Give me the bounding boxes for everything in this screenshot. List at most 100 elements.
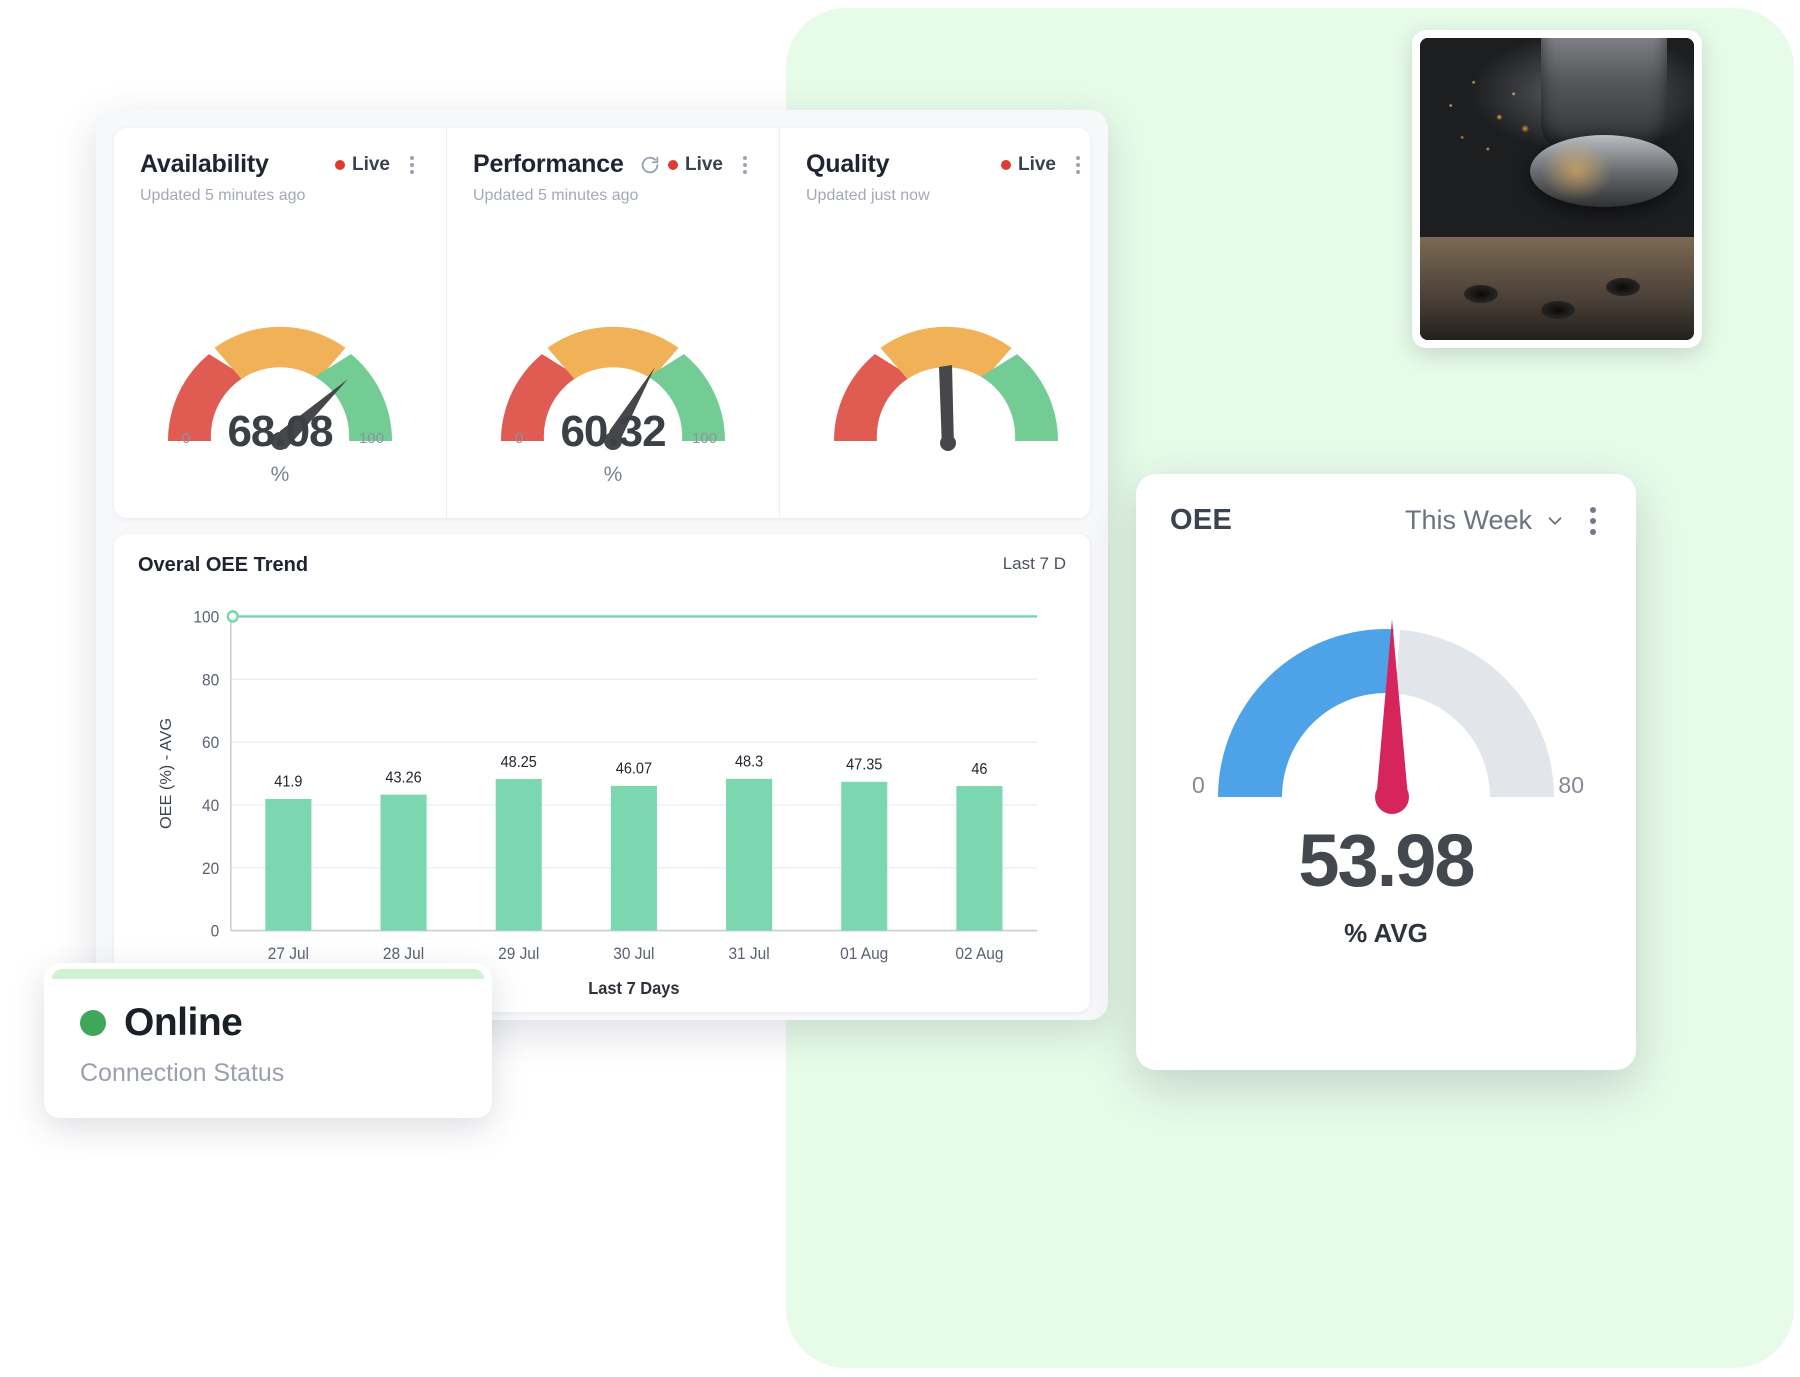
dashboard-window: Availability Live Updated 5 minutes ago <box>96 110 1108 1020</box>
oee-gauge-unit-label: % AVG <box>1344 918 1428 948</box>
refresh-icon[interactable] <box>638 153 662 177</box>
live-label: Live <box>1017 153 1056 175</box>
gauge-needle <box>939 365 956 451</box>
chart-bars <box>265 778 1003 931</box>
kpi-menu-button[interactable] <box>404 154 420 176</box>
live-label: Live <box>684 153 723 175</box>
gauge-unit-label: % <box>270 463 290 486</box>
oee-card-header: OEE This Week <box>1170 504 1602 537</box>
svg-text:46: 46 <box>971 762 987 778</box>
oee-menu-button[interactable] <box>1584 505 1602 537</box>
kpi-subtitle: Updated 5 minutes ago <box>473 187 639 204</box>
svg-text:31 Jul: 31 Jul <box>728 946 769 963</box>
kpi-header-actions: Live <box>1000 153 1086 176</box>
gauge-value: 68.08 <box>227 407 333 456</box>
chevron-down-icon <box>1544 510 1566 532</box>
availability-gauge: 0 100 68.08 % <box>140 219 420 486</box>
kpi-card-performance: Performance Live Updated 5 minutes ago 0… <box>447 128 780 518</box>
svg-text:40: 40 <box>202 798 219 815</box>
oee-gauge-svg <box>1218 619 1554 814</box>
kpi-title: Availability <box>140 150 269 178</box>
svg-text:100: 100 <box>193 609 219 626</box>
svg-text:29 Jul: 29 Jul <box>498 946 539 963</box>
svg-text:48.25: 48.25 <box>501 754 537 770</box>
chart-y-tick-labels: 0 20 40 60 80 100 <box>193 609 219 941</box>
oee-gauge: 0 80 53.98 % AVG <box>1170 611 1602 948</box>
kpi-subtitle: Updated 5 minutes ago <box>140 187 306 204</box>
live-dot-icon <box>667 159 678 170</box>
svg-text:02 Aug: 02 Aug <box>955 946 1003 963</box>
svg-text:01 Aug: 01 Aug <box>840 946 888 963</box>
period-selector[interactable]: This Week <box>1405 505 1566 536</box>
kpi-card-quality: Quality Live Updated just now <box>780 128 1090 518</box>
kpi-menu-button[interactable] <box>1070 154 1086 176</box>
svg-text:60: 60 <box>202 735 219 752</box>
svg-text:48.3: 48.3 <box>735 754 763 770</box>
trend-title: Overal OEE Trend <box>138 554 309 576</box>
svg-text:80: 80 <box>202 672 219 689</box>
gauge-value: 60.32 <box>560 407 666 456</box>
trend-header: Overal OEE Trend Last 7 D <box>138 554 1066 577</box>
connection-status-sublabel: Connection Status <box>80 1059 285 1087</box>
oee-card-actions: This Week <box>1405 505 1602 537</box>
kpi-title: Quality <box>806 150 890 178</box>
svg-text:20: 20 <box>202 861 219 878</box>
kpi-header: Quality Live <box>806 150 1086 179</box>
chart-x-axis-title: Last 7 Days <box>588 978 679 998</box>
kpi-title: Performance <box>473 150 624 178</box>
kpi-card-availability: Availability Live Updated 5 minutes ago <box>114 128 447 518</box>
connection-status-label: Online <box>124 1001 243 1044</box>
trend-chart-svg: 0 20 40 60 80 100 41.9 43.26 48.25 46.07 48.3 47.3… <box>158 609 1037 998</box>
svg-text:0: 0 <box>211 923 220 940</box>
svg-text:27 Jul: 27 Jul <box>268 946 309 963</box>
kpi-subtitle: Updated just now <box>806 187 930 204</box>
svg-text:46.07: 46.07 <box>616 761 652 777</box>
screenshot-root: Availability Live Updated 5 minutes ago <box>0 0 1800 1377</box>
live-status-badge: Live <box>667 153 723 176</box>
photo-detail-hole <box>1606 278 1641 297</box>
photo-layer-workpiece <box>1420 237 1694 340</box>
oee-summary-card: OEE This Week 0 80 53.98 % AVG <box>1136 474 1636 1070</box>
machine-photo-image <box>1420 38 1694 340</box>
live-label: Live <box>351 153 390 175</box>
trend-range-label: Last 7 D <box>1002 554 1066 573</box>
svg-text:43.26: 43.26 <box>385 770 421 786</box>
chart-target-line <box>226 610 1037 623</box>
chart-y-axis-title: OEE (%) - AVG <box>158 718 175 829</box>
oee-trend-card: Overal OEE Trend Last 7 D 0 20 40 60 80 100 4… <box>114 534 1090 1012</box>
quality-gauge <box>806 219 1086 469</box>
chart-x-tick-labels: 27 Jul 28 Jul 29 Jul 30 Jul 31 Jul 01 Aug 02 A… <box>268 946 1004 963</box>
live-status-badge: Live <box>1000 153 1056 176</box>
kpi-header-actions: Live <box>334 153 420 176</box>
performance-gauge: 0 100 60.32 % <box>473 219 753 486</box>
connection-status-main: Online <box>80 1001 456 1045</box>
machine-photo-card <box>1412 30 1702 348</box>
oee-gauge-value: 53.98 <box>1298 819 1475 902</box>
svg-text:30 Jul: 30 Jul <box>613 946 654 963</box>
period-selector-label: This Week <box>1404 505 1532 535</box>
svg-text:28 Jul: 28 Jul <box>383 946 424 963</box>
kpi-card-row: Availability Live Updated 5 minutes ago <box>114 128 1090 518</box>
photo-layer-sparks <box>1425 62 1568 208</box>
live-status-badge: Live <box>334 153 390 176</box>
svg-text:47.35: 47.35 <box>846 757 882 773</box>
oee-gauge-max-label: 80 <box>1558 772 1584 798</box>
live-dot-icon <box>1000 159 1011 170</box>
kpi-menu-button[interactable] <box>737 154 753 176</box>
photo-detail-hole <box>1463 284 1498 303</box>
quality-gauge-svg <box>833 326 1059 451</box>
oee-gauge-track-arc <box>1394 629 1554 797</box>
oee-gauge-value-arc <box>1218 629 1394 797</box>
photo-detail-hole <box>1540 300 1575 319</box>
oee-card-title: OEE <box>1170 504 1233 536</box>
kpi-header: Performance Live <box>473 150 753 179</box>
kpi-header-actions: Live <box>667 153 753 176</box>
kpi-header: Availability Live <box>140 150 420 179</box>
oee-gauge-min-label: 0 <box>1192 772 1205 798</box>
svg-text:41.9: 41.9 <box>274 774 302 790</box>
gauge-unit-label: % <box>603 463 623 486</box>
online-dot-icon <box>80 1010 106 1036</box>
trend-chart-area: 0 20 40 60 80 100 41.9 43.26 48.25 46.07 48.3 47.3… <box>138 594 1066 1002</box>
live-dot-icon <box>334 159 345 170</box>
connection-status-card: Online Connection Status <box>44 963 492 1118</box>
